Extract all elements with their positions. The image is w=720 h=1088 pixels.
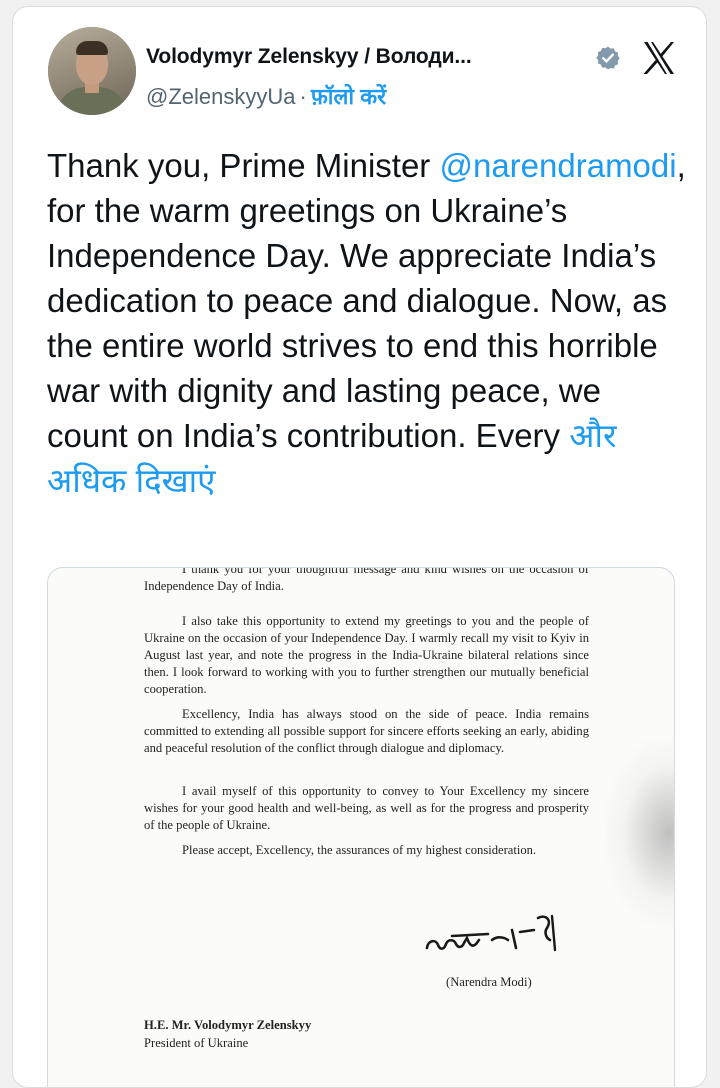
image-shadow xyxy=(604,738,674,928)
letter-paragraph: Please accept, Excellency, the assurance… xyxy=(182,843,537,857)
attached-image[interactable]: I thank you for your thoughtful message … xyxy=(47,567,675,1087)
letter-document: I thank you for your thoughtful message … xyxy=(48,567,674,1087)
letter-paragraph: Excellency, India has always stood on th… xyxy=(144,707,589,755)
x-logo-icon[interactable] xyxy=(639,38,679,78)
tweet-text-part: , for the warm greetings on Ukraine’s In… xyxy=(47,147,686,454)
separator-dot: · xyxy=(299,84,307,109)
signature-image xyxy=(425,914,557,952)
recipient-name: H.E. Mr. Volodymyr Zelenskyy xyxy=(144,1018,312,1032)
letter-paragraph: I avail myself of this opportunity to co… xyxy=(144,784,589,832)
recipient-title: President of Ukraine xyxy=(144,1036,249,1050)
verified-badge-icon xyxy=(596,46,620,70)
avatar[interactable] xyxy=(48,27,136,115)
mention-link[interactable]: @narendramodi xyxy=(439,147,676,184)
tweet-card: Volodymyr Zelenskyy / Володи... @Zelensk… xyxy=(12,6,707,1088)
follow-button[interactable]: फ़ॉलो करें xyxy=(311,84,386,109)
avatar-hair xyxy=(76,41,108,55)
tweet-text-part: Thank you, Prime Minister xyxy=(47,147,440,184)
author-name[interactable]: Volodymyr Zelenskyy / Володи... xyxy=(146,45,472,69)
letter-paragraph: I thank you for your thoughtful message … xyxy=(144,567,589,593)
signatory-name: (Narendra Modi) xyxy=(446,975,532,989)
author-handle[interactable]: @ZelenskyyUa xyxy=(146,84,296,109)
letter-paragraph: I also take this opportunity to extend m… xyxy=(144,614,589,696)
tweet-text: Thank you, Prime Minister @narendramodi,… xyxy=(47,143,687,503)
author-meta: @ZelenskyyUa · फ़ॉलो करें xyxy=(146,81,386,111)
